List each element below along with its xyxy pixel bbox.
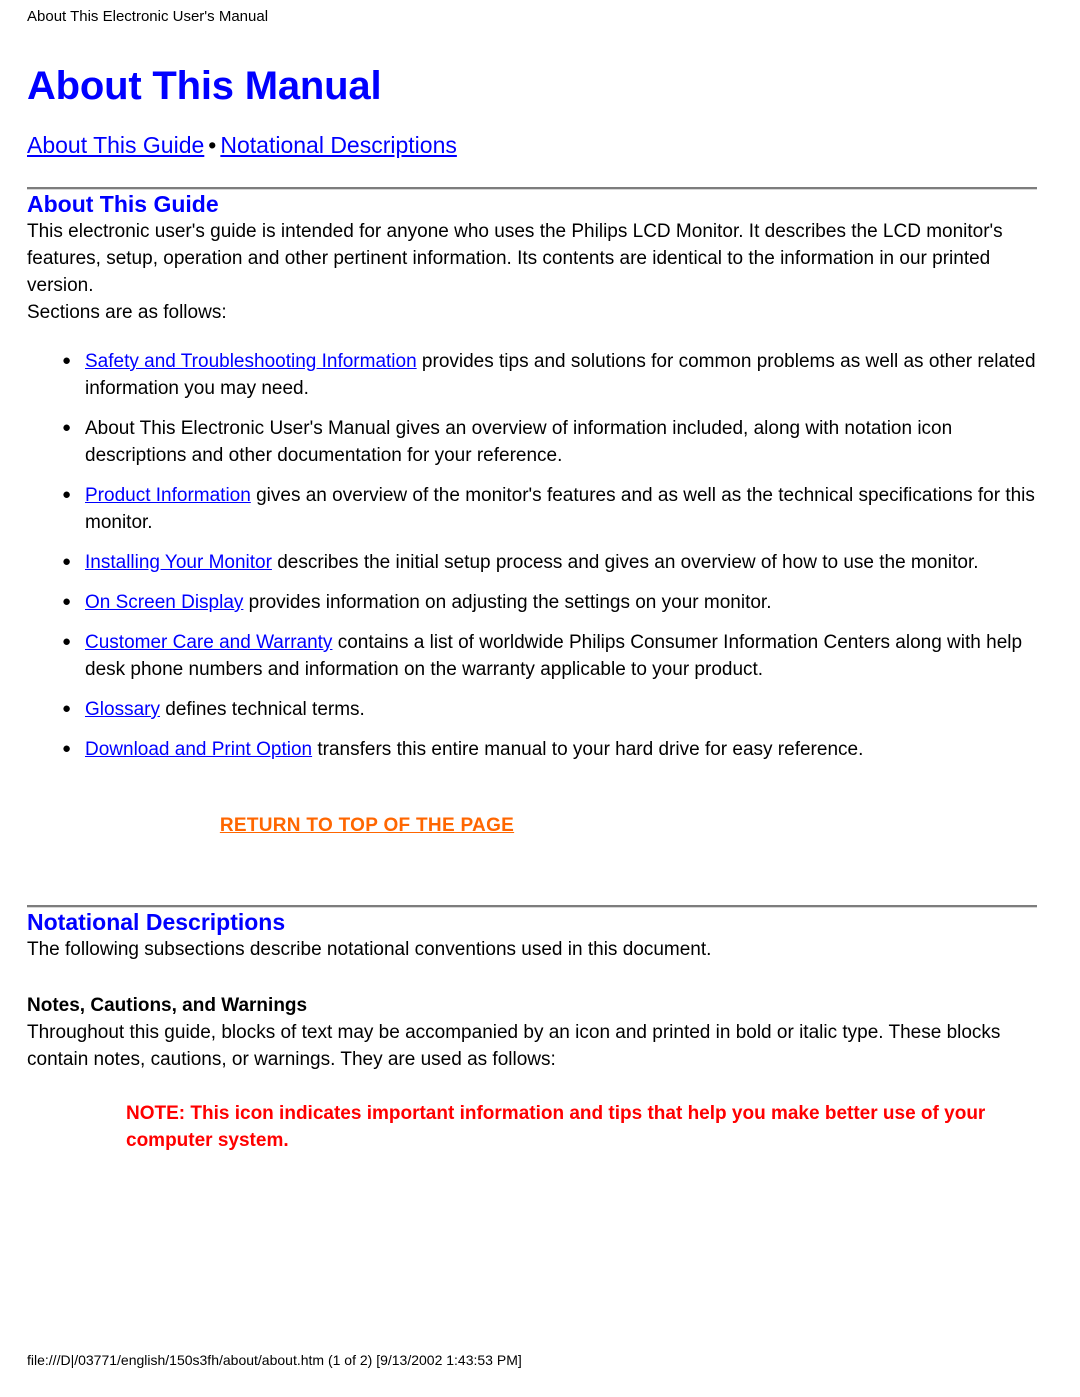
link-on-screen-display[interactable]: On Screen Display [85, 592, 243, 613]
link-safety-and-troubleshooting[interactable]: Safety and Troubleshooting Information [85, 351, 417, 372]
section-heading-notational-descriptions: Notational Descriptions [27, 909, 286, 935]
page-title: About This Manual [27, 64, 382, 108]
link-customer-care-and-warranty[interactable]: Customer Care and Warranty [85, 632, 332, 653]
nav-link-about-this-guide[interactable]: About This Guide [27, 132, 204, 158]
nav-link-notational-descriptions[interactable]: Notational Descriptions [220, 132, 457, 158]
list-item: Product Information gives an overview of… [27, 481, 1037, 536]
link-download-and-print-option[interactable]: Download and Print Option [85, 739, 312, 760]
footer-file-path: file:///D|/03771/english/150s3fh/about/a… [27, 1352, 522, 1368]
paragraph-notational-body: Throughout this guide, blocks of text ma… [27, 1022, 1001, 1070]
link-product-information[interactable]: Product Information [85, 485, 251, 506]
paragraph-intro: This electronic user's guide is intended… [27, 221, 1003, 296]
list-item-text: transfers this entire manual to your har… [312, 739, 864, 760]
section-heading-about-this-guide: About This Guide [27, 191, 219, 217]
breadcrumb: About This Guide • Notational Descriptions [27, 130, 1037, 160]
list-item: Glossary defines technical terms. [27, 695, 1037, 723]
return-to-top-link[interactable]: RETURN TO TOP OF THE PAGE [220, 815, 514, 836]
paragraph-notational-intro: The following subsections describe notat… [27, 939, 712, 960]
list-item-text: describes the initial setup process and … [271, 552, 979, 573]
running-header: About This Electronic User's Manual [27, 8, 269, 25]
nav-separator: • [208, 132, 217, 158]
sections-bullet-list: Safety and Troubleshooting Information p… [27, 347, 1037, 763]
list-item: Download and Print Option transfers this… [27, 735, 1037, 763]
list-item: Safety and Troubleshooting Information p… [27, 347, 1037, 402]
list-item: On Screen Display provides information o… [27, 588, 1037, 616]
link-glossary[interactable]: Glossary [85, 699, 160, 720]
list-item: About This Electronic User's Manual give… [27, 414, 1037, 469]
paragraph-sections-lead: Sections are as follows: [27, 302, 227, 323]
link-installing-your-monitor[interactable]: Installing Your Monitor [85, 552, 272, 573]
note-callout: NOTE: This icon indicates important info… [126, 1103, 986, 1151]
list-item-text: provides information on adjusting the se… [243, 592, 772, 613]
list-item-text: defines technical terms. [159, 699, 365, 720]
return-to-top-wrap: RETURN TO TOP OF THE PAGE [27, 815, 1037, 837]
list-item: Customer Care and Warranty contains a li… [27, 628, 1037, 683]
subsection-heading-notes-cautions-warnings: Notes, Cautions, and Warnings [27, 995, 308, 1016]
document-content: About This Manual About This Guide • Notat… [27, 62, 1037, 1154]
list-item-text: About This Electronic User's Manual give… [85, 418, 953, 466]
document-page: About This Electronic User's Manual Abou… [0, 0, 1080, 1397]
list-item: Installing Your Monitor describes the in… [27, 548, 1037, 576]
